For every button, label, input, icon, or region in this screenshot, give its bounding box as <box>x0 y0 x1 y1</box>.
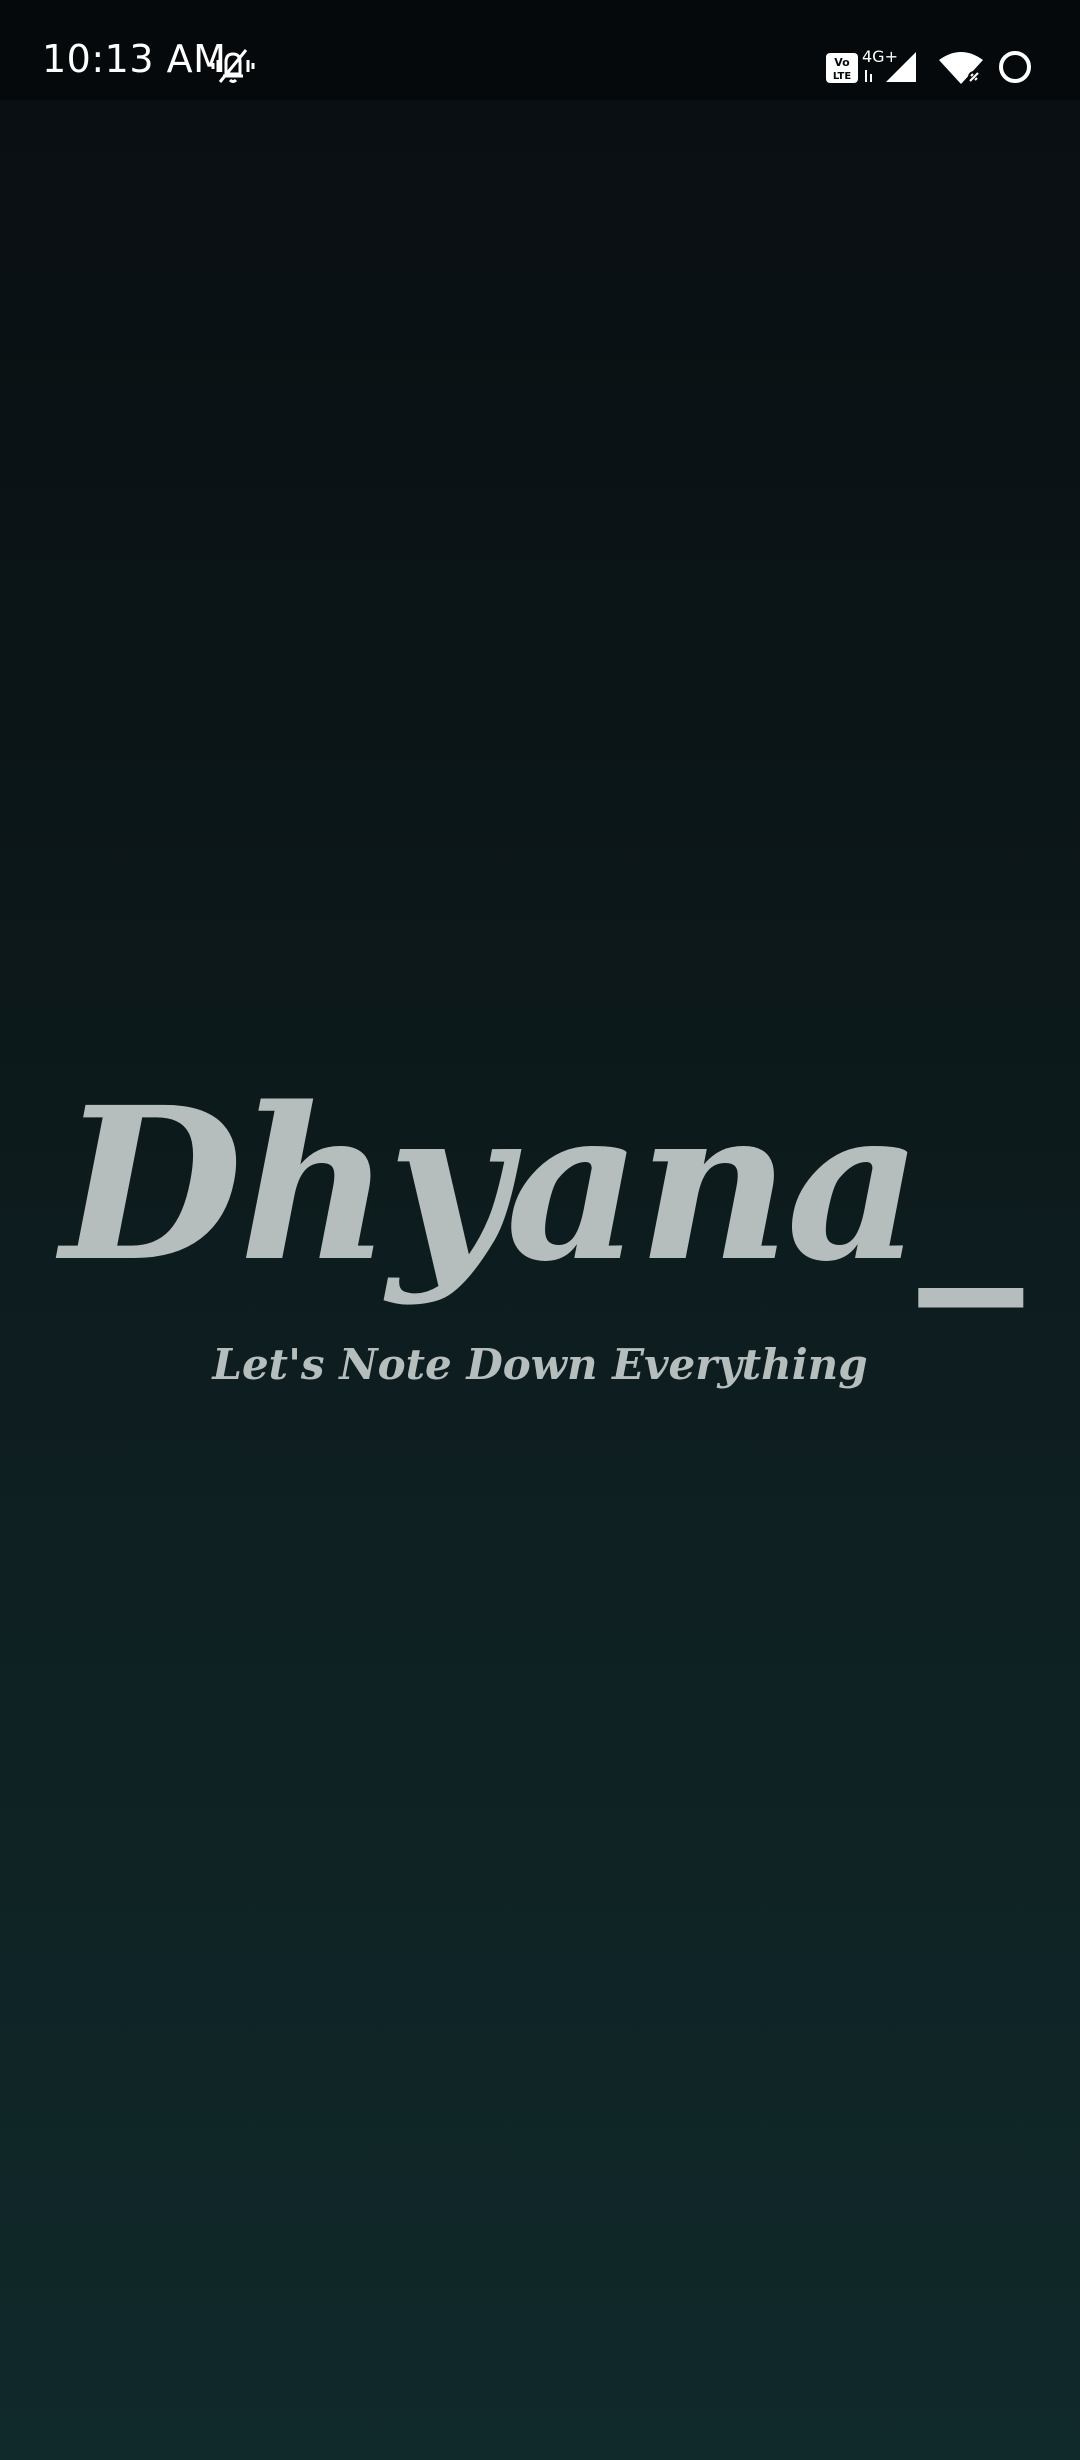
signal-icon <box>886 52 916 82</box>
app-title: Dhyana_ <box>60 1061 1024 1308</box>
wifi-icon <box>939 52 983 84</box>
status-time: 10:13 AM <box>42 37 227 81</box>
vibrate-mute-icon <box>211 49 255 83</box>
splash-brand: Dhyana_ <box>0 1080 1080 1290</box>
volte-icon: Vo LTE <box>826 53 858 83</box>
svg-text:LTE: LTE <box>833 71 852 82</box>
battery-icon <box>999 51 1031 83</box>
app-tagline: Let's Note Down Everything <box>212 1340 868 1389</box>
status-bar: 10:13 AM Vo LTE 4G+ <box>0 0 1080 100</box>
svg-text:Vo: Vo <box>834 56 850 69</box>
